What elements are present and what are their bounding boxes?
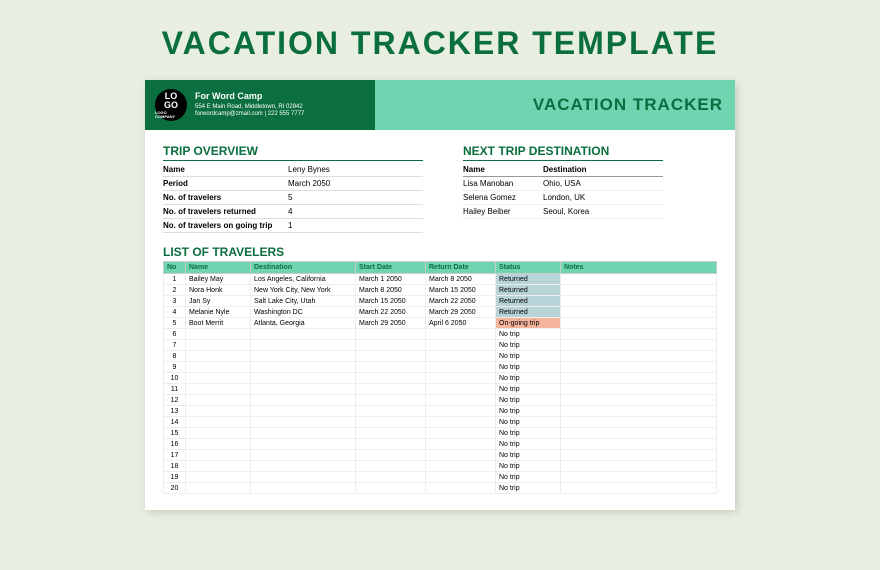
table-row: 15No trip [164,428,717,439]
company-contact: forwordcamp@zmail.com | 222 555 7777 [195,111,304,119]
table-header-row: No Name Destination Start Date Return Da… [164,262,717,274]
company-name: For Word Camp [195,91,304,103]
overview-title: TRIP OVERVIEW [163,144,423,161]
table-row: 20No trip [164,483,717,494]
table-row: 18No trip [164,461,717,472]
table-row: 14No trip [164,417,717,428]
next-trip-title: NEXT TRIP DESTINATION [463,144,663,161]
overview-row: No. of travelers5 [163,191,423,205]
table-row: 8No trip [164,351,717,362]
next-trip-row: Hailey BeiberSeoul, Korea [463,205,663,219]
table-row: 11No trip [164,384,717,395]
travelers-table: No Name Destination Start Date Return Da… [163,261,717,494]
company-info: For Word Camp 554 E Main Road, Middletow… [195,91,304,119]
next-trip-row: Selena GomezLondon, UK [463,191,663,205]
table-row: 17No trip [164,450,717,461]
table-row: 13No trip [164,406,717,417]
table-row: 16No trip [164,439,717,450]
next-trip-header: Name Destination [463,163,663,177]
table-row: 19No trip [164,472,717,483]
table-row: 9No trip [164,362,717,373]
title-panel: VACATION TRACKER [375,80,735,130]
document-title: VACATION TRACKER [533,95,723,115]
trip-overview-section: TRIP OVERVIEW NameLeny BynesPeriodMarch … [163,144,423,233]
logo-icon: LO GO LOGO COMPANY [155,89,187,121]
document-body: TRIP OVERVIEW NameLeny BynesPeriodMarch … [145,130,735,500]
table-row: 2Nora HonkNew York City, New YorkMarch 8… [164,285,717,296]
next-trip-row: Lisa ManobanOhio, USA [463,177,663,191]
overview-row: No. of travelers on going trip1 [163,219,423,233]
document-header: LO GO LOGO COMPANY For Word Camp 554 E M… [145,80,735,130]
table-row: 3Jan SySalt Lake City, UtahMarch 15 2050… [164,296,717,307]
table-row: 4Melanie NyleWashington DCMarch 22 2050M… [164,307,717,318]
spreadsheet-document: LO GO LOGO COMPANY For Word Camp 554 E M… [145,80,735,510]
page-title: VACATION TRACKER TEMPLATE [162,25,719,62]
table-row: 12No trip [164,395,717,406]
overview-row: No. of travelers returned4 [163,205,423,219]
overview-row: PeriodMarch 2050 [163,177,423,191]
travelers-title: LIST OF TRAVELERS [163,245,717,259]
table-row: 5Boot MerritAtlanta, GeorgiaMarch 29 205… [164,318,717,329]
company-address: 554 E Main Road, Middletown, RI 02842 [195,104,304,112]
table-row: 1Bailey MayLos Angeles, CaliforniaMarch … [164,274,717,285]
next-trip-section: NEXT TRIP DESTINATION Name Destination L… [463,144,663,233]
table-row: 6No trip [164,329,717,340]
table-row: 10No trip [164,373,717,384]
company-panel: LO GO LOGO COMPANY For Word Camp 554 E M… [145,80,375,130]
overview-row: NameLeny Bynes [163,163,423,177]
table-row: 7No trip [164,340,717,351]
